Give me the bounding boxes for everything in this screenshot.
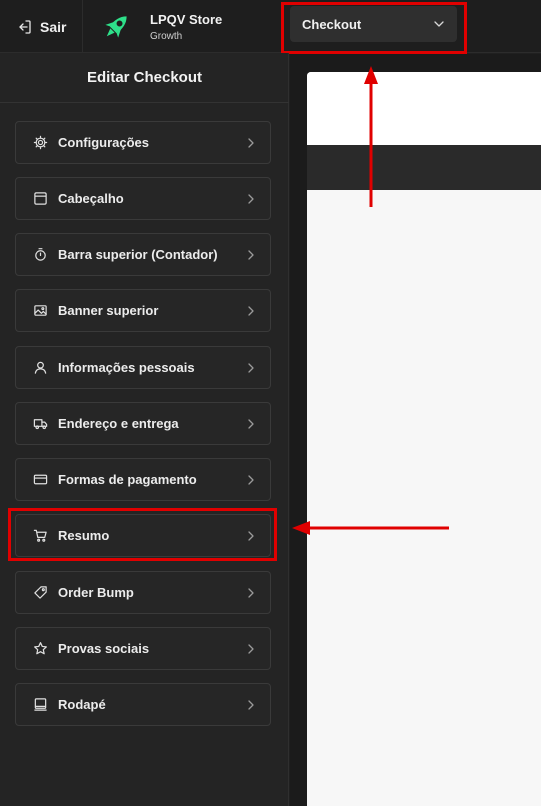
- truck-icon: [33, 416, 48, 431]
- chevron-right-icon: [246, 643, 256, 655]
- sidebar-item-label: Endereço e entrega: [58, 416, 179, 431]
- store-info: LPQV Store Growth: [98, 9, 222, 45]
- chevron-right-icon: [246, 137, 256, 149]
- gear-icon: [33, 135, 48, 150]
- sidebar-item-label: Configurações: [58, 135, 150, 150]
- chevron-right-icon: [246, 305, 256, 317]
- sidebar-item-label: Rodapé: [58, 697, 106, 712]
- sidebar-item-informacoes-pessoais[interactable]: Informações pessoais: [15, 346, 271, 389]
- sidebar-item-label: Banner superior: [58, 303, 159, 318]
- chevron-right-icon: [246, 699, 256, 711]
- star-icon: [33, 641, 48, 656]
- chevron-right-icon: [246, 249, 256, 261]
- sidebar-title: Editar Checkout: [0, 53, 289, 103]
- sidebar-item-configuracoes[interactable]: Configurações: [15, 121, 271, 164]
- chevron-right-icon: [246, 362, 256, 374]
- checkout-preview[interactable]: [307, 72, 541, 806]
- window-icon: [33, 191, 48, 206]
- sidebar-item-endereco-entrega[interactable]: Endereço e entrega: [15, 402, 271, 445]
- store-plan: Growth: [150, 31, 183, 42]
- store-name: LPQV Store: [150, 12, 223, 27]
- chevron-right-icon: [246, 193, 256, 205]
- timer-icon: [33, 247, 48, 262]
- sidebar-item-label: Informações pessoais: [58, 360, 195, 375]
- sidebar-item-cabecalho[interactable]: Cabeçalho: [15, 177, 271, 220]
- tag-icon: [33, 585, 48, 600]
- user-icon: [33, 360, 48, 375]
- preview-top-bar: [307, 145, 541, 190]
- image-icon: [33, 303, 48, 318]
- logout-icon: [16, 19, 32, 35]
- sidebar-item-order-bump[interactable]: Order Bump: [15, 571, 271, 614]
- chevron-right-icon: [246, 587, 256, 599]
- sidebar-item-rodape[interactable]: Rodapé: [15, 683, 271, 726]
- chevron-right-icon: [246, 474, 256, 486]
- rocket-logo-icon: [98, 9, 134, 45]
- credit-card-icon: [33, 472, 48, 487]
- sidebar-item-provas-sociais[interactable]: Provas sociais: [15, 627, 271, 670]
- sidebar-item-label: Order Bump: [58, 585, 134, 600]
- highlight-box-resumo: [8, 508, 277, 561]
- sidebar-item-label: Formas de pagamento: [58, 472, 197, 487]
- sidebar-item-formas-pagamento[interactable]: Formas de pagamento: [15, 458, 271, 501]
- chevron-right-icon: [246, 418, 256, 430]
- sidebar-item-barra-superior[interactable]: Barra superior (Contador): [15, 233, 271, 276]
- sidebar-item-label: Provas sociais: [58, 641, 150, 656]
- exit-button[interactable]: Sair: [0, 0, 83, 53]
- preview-header: [307, 72, 541, 145]
- laptop-icon: [33, 697, 48, 712]
- sidebar-item-label: Cabeçalho: [58, 191, 124, 206]
- highlight-box-page-selector: [281, 2, 467, 54]
- sidebar-item-label: Barra superior (Contador): [58, 247, 218, 262]
- exit-label: Sair: [40, 18, 67, 35]
- sidebar-item-banner-superior[interactable]: Banner superior: [15, 289, 271, 332]
